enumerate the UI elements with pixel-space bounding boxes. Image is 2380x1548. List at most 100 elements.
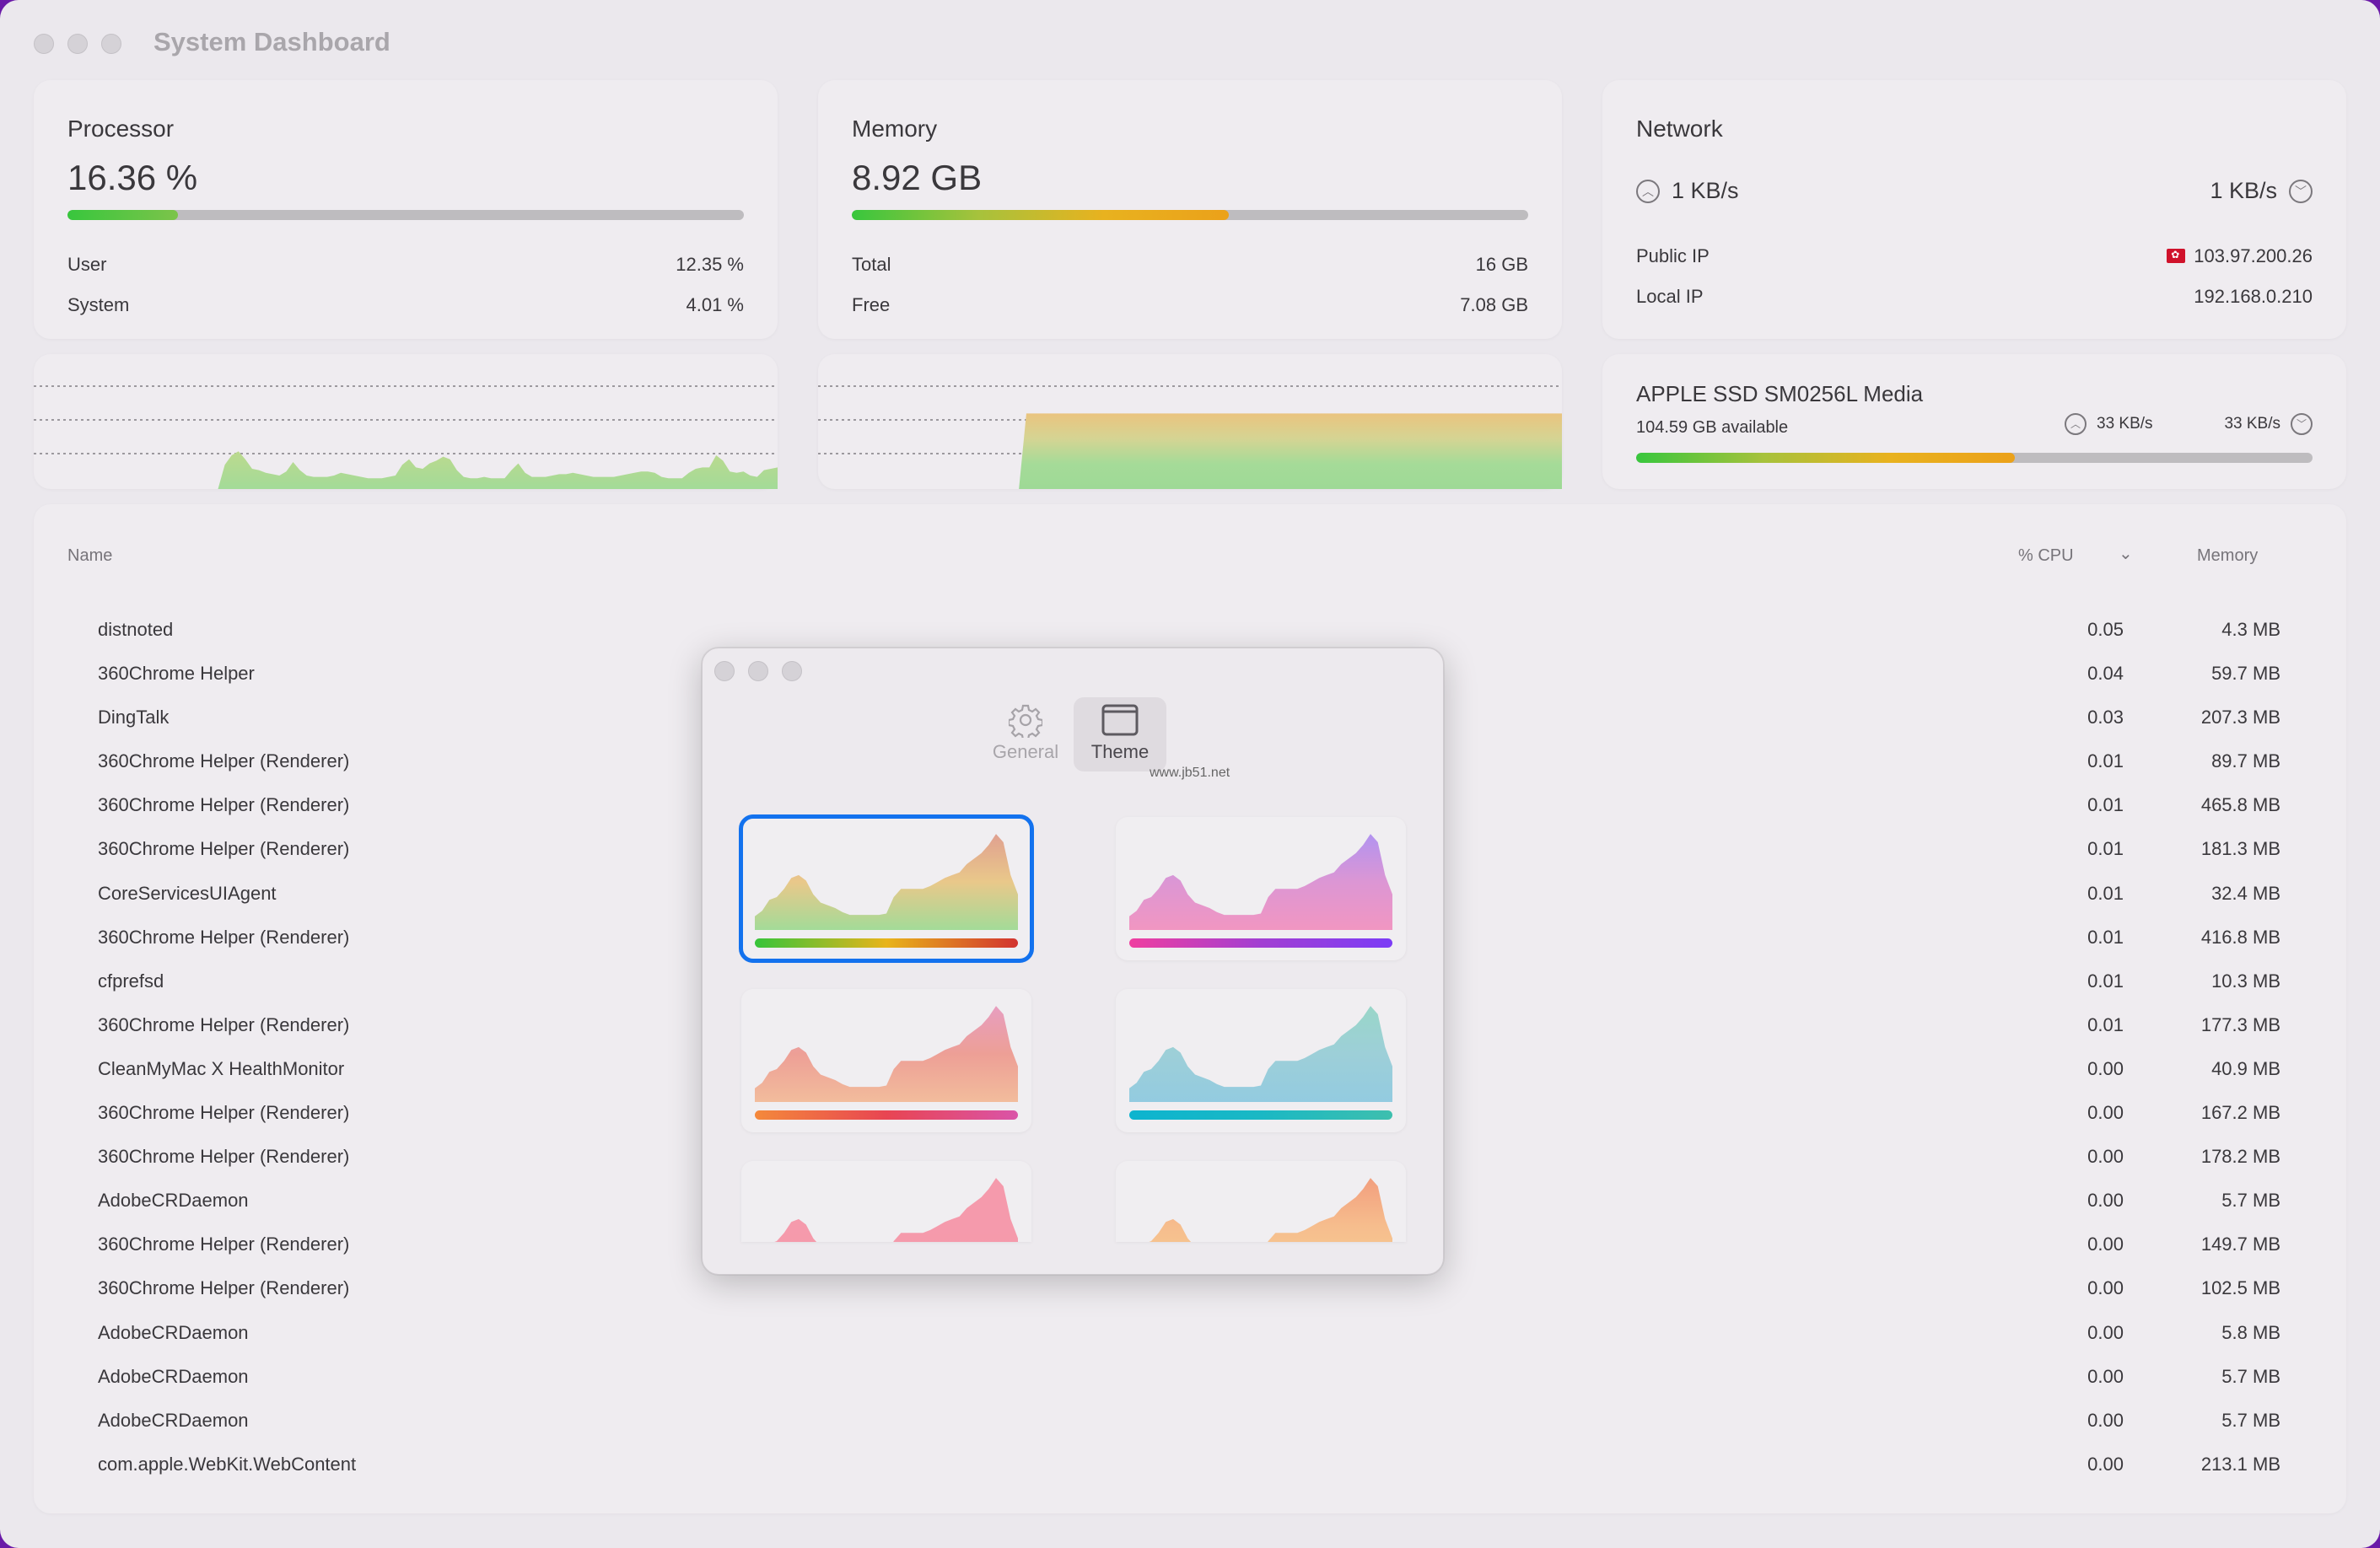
local-ip-label: Local IP [1636, 286, 1704, 307]
disk-title: APPLE SSD SM0256L Media [1636, 381, 1924, 406]
memory-title: Memory [852, 116, 938, 142]
process-memory: 4.3 MB [2221, 619, 2280, 640]
process-cpu: 0.00 [2087, 1321, 2124, 1343]
process-memory: 178.2 MB [2200, 1146, 2280, 1168]
theme-option-teal-blue[interactable] [1116, 989, 1406, 1132]
process-name: AdobeCRDaemon [98, 1321, 249, 1343]
theme-preview-area [1129, 1006, 1392, 1102]
disk-usage-bar-fill [1636, 453, 2016, 463]
process-cpu: 0.01 [2087, 926, 2124, 948]
process-memory: 465.8 MB [2200, 794, 2280, 816]
disk-usage-bar [1636, 453, 2313, 463]
memory-history-chart-svg [818, 385, 1562, 489]
cpu-history-chart [34, 354, 778, 489]
processor-system-row: System 4.01 % [67, 294, 744, 316]
process-memory: 5.7 MB [2221, 1409, 2280, 1431]
process-memory: 167.2 MB [2200, 1102, 2280, 1124]
window-icon [1101, 704, 1139, 736]
processor-title: Processor [67, 116, 175, 142]
table-row[interactable]: com.apple.WebKit.WebContent 0.00 213.1 MB [34, 1443, 2346, 1487]
process-memory: 102.5 MB [2200, 1277, 2280, 1299]
processor-user-label: User [67, 254, 107, 275]
theme-preview-bar [755, 938, 1018, 948]
theme-option-green-yellow-red[interactable] [739, 814, 1034, 963]
column-header-name[interactable]: Name [67, 546, 112, 566]
column-header-memory[interactable]: Memory [2197, 546, 2258, 566]
table-row[interactable]: AdobeCRDaemon 0.00 5.7 MB [34, 1400, 2346, 1443]
table-row[interactable]: distnoted 0.05 4.3 MB [34, 609, 2346, 653]
title-bar: System Dashboard [0, 0, 2380, 76]
disk-available: 104.59 GB available [1636, 418, 1789, 437]
processor-user-value: 12.35 % [676, 254, 744, 275]
process-name: CleanMyMac X HealthMonitor [98, 1057, 345, 1079]
memory-free-label: Free [852, 294, 891, 315]
network-title: Network [1636, 116, 1723, 142]
processor-usage-bar-fill [67, 210, 179, 220]
process-memory: 5.7 MB [2221, 1365, 2280, 1387]
process-memory: 181.3 MB [2200, 838, 2280, 860]
disk-card: APPLE SSD SM0256L Media 104.59 GB availa… [1602, 354, 2346, 489]
popup-zoom-button[interactable] [782, 661, 802, 681]
memory-free-value: 7.08 GB [1460, 294, 1528, 315]
process-cpu: 0.00 [2087, 1365, 2124, 1387]
theme-preview-chart [755, 1006, 1018, 1102]
theme-option-pink-purple[interactable] [1116, 817, 1406, 960]
theme-option-orange-pink[interactable] [741, 989, 1031, 1132]
network-download: 1 KB/s ﹀ [2210, 178, 2313, 204]
process-name: 360Chrome Helper (Renderer) [98, 926, 350, 948]
area-series [218, 451, 778, 489]
theme-preview-bar [755, 1110, 1018, 1120]
tab-general[interactable]: General [979, 697, 1072, 771]
process-name: 360Chrome Helper (Renderer) [98, 1146, 350, 1168]
process-memory: 149.7 MB [2200, 1234, 2280, 1255]
popup-close-button[interactable] [714, 661, 735, 681]
public-ip-row: Public IP 103.97.200.26 [1636, 245, 2313, 267]
theme-option-pink[interactable] [741, 1161, 1031, 1242]
processor-user-row: User 12.35 % [67, 254, 744, 276]
memory-total-row: Total 16 GB [852, 254, 1528, 276]
theme-preview-chart [1149, 1178, 1392, 1242]
memory-total-label: Total [852, 254, 891, 275]
theme-option-peach[interactable] [1116, 1161, 1406, 1242]
minimize-button[interactable] [67, 34, 88, 54]
processor-card: Processor 16.36 % User 12.35 % System 4.… [34, 80, 778, 339]
process-memory: 207.3 MB [2200, 707, 2280, 728]
process-name: 360Chrome Helper (Renderer) [98, 838, 350, 860]
process-name: com.apple.WebKit.WebContent [98, 1453, 357, 1475]
table-row[interactable]: AdobeCRDaemon 0.00 5.7 MB [34, 1356, 2346, 1400]
theme-preview-chart [755, 834, 1018, 930]
zoom-button[interactable] [101, 34, 121, 54]
theme-preview-area [774, 1178, 1018, 1242]
process-memory: 10.3 MB [2211, 970, 2280, 992]
process-cpu: 0.01 [2087, 750, 2124, 772]
processor-system-label: System [67, 294, 130, 315]
process-cpu: 0.00 [2087, 1277, 2124, 1299]
chevron-down-icon[interactable]: ⌄ [2119, 543, 2133, 564]
gear-icon [1009, 704, 1042, 738]
tab-theme[interactable]: Theme [1074, 697, 1166, 771]
processor-system-value: 4.01 % [686, 294, 745, 315]
tab-general-label: General [992, 741, 1059, 762]
memory-history-chart [818, 354, 1562, 489]
disk-write-value: 33 KB/s [2224, 415, 2280, 433]
close-button[interactable] [34, 34, 54, 54]
table-row[interactable]: AdobeCRDaemon 0.00 5.8 MB [34, 1312, 2346, 1356]
process-memory: 89.7 MB [2211, 750, 2280, 772]
process-cpu: 0.03 [2087, 707, 2124, 728]
process-memory: 5.7 MB [2221, 1190, 2280, 1212]
process-memory: 213.1 MB [2200, 1453, 2280, 1475]
process-cpu: 0.04 [2087, 663, 2124, 685]
process-memory: 177.3 MB [2200, 1013, 2280, 1035]
column-header-cpu[interactable]: % CPU [2018, 546, 2074, 566]
process-memory: 59.7 MB [2211, 663, 2280, 685]
public-ip-label: Public IP [1636, 245, 1710, 266]
public-ip-value: 103.97.200.26 [2194, 245, 2313, 266]
process-name: 360Chrome Helper [98, 663, 255, 685]
popup-minimize-button[interactable] [748, 661, 768, 681]
process-name: 360Chrome Helper (Renderer) [98, 1013, 350, 1035]
hong-kong-flag-icon [2167, 249, 2186, 263]
theme-preview-chart [1129, 834, 1392, 930]
disk-read-value: 33 KB/s [2097, 415, 2153, 433]
theme-preview-bar [1129, 938, 1392, 948]
disk-read: ︿ 33 KB/s [2065, 413, 2153, 435]
